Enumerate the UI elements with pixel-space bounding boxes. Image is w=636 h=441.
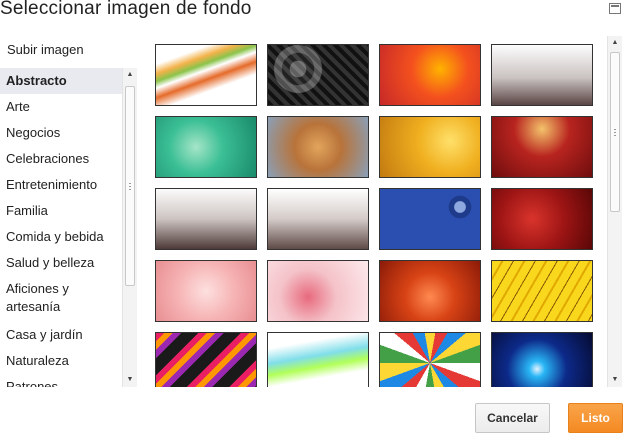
category-item-celebraciones[interactable]: Celebraciones <box>0 146 122 172</box>
category-scroll-thumb[interactable] <box>125 86 135 286</box>
background-thumbnail[interactable] <box>155 44 257 106</box>
background-image-grid <box>150 36 605 387</box>
background-thumbnail[interactable] <box>491 188 593 250</box>
background-thumbnail[interactable] <box>491 260 593 322</box>
category-item-patrones[interactable]: Patrones <box>0 374 122 387</box>
background-thumbnail[interactable] <box>379 332 481 387</box>
category-item-aficiones-y-artesania[interactable]: Aficiones y artesanía <box>0 276 110 322</box>
scroll-up-icon[interactable]: ▲ <box>608 36 622 50</box>
dialog-title: Seleccionar imagen de fondo <box>0 0 252 19</box>
category-item-entretenimiento[interactable]: Entretenimiento <box>0 172 122 198</box>
background-thumbnail[interactable] <box>267 260 369 322</box>
scroll-up-icon[interactable]: ▲ <box>123 68 137 82</box>
category-item-arte[interactable]: Arte <box>0 94 122 120</box>
maximize-icon[interactable] <box>609 3 621 14</box>
background-thumbnail[interactable] <box>491 116 593 178</box>
background-thumbnail[interactable] <box>267 332 369 387</box>
category-item-naturaleza[interactable]: Naturaleza <box>0 348 122 374</box>
done-button[interactable]: Listo <box>568 403 623 433</box>
background-thumbnail[interactable] <box>491 332 593 387</box>
image-grid-scrollbar[interactable]: ▲ ▼ <box>607 36 622 387</box>
background-thumbnail[interactable] <box>379 116 481 178</box>
background-thumbnail[interactable] <box>155 332 257 387</box>
category-item-familia[interactable]: Familia <box>0 198 122 224</box>
background-thumbnail[interactable] <box>491 44 593 106</box>
background-thumbnail[interactable] <box>155 188 257 250</box>
background-thumbnail[interactable] <box>267 116 369 178</box>
category-item-casa-y-jardin[interactable]: Casa y jardín <box>0 322 122 348</box>
category-item-comida-y-bebida[interactable]: Comida y bebida <box>0 224 122 250</box>
background-thumbnail[interactable] <box>267 44 369 106</box>
image-grid-scroll-thumb[interactable] <box>610 52 620 212</box>
category-scrollbar[interactable]: ▲ ▼ <box>122 68 137 387</box>
upload-image-link[interactable]: Subir imagen <box>7 42 84 57</box>
background-thumbnail[interactable] <box>155 260 257 322</box>
background-thumbnail[interactable] <box>379 188 481 250</box>
category-item-negocios[interactable]: Negocios <box>0 120 122 146</box>
background-thumbnail[interactable] <box>267 188 369 250</box>
background-thumbnail[interactable] <box>155 116 257 178</box>
scroll-down-icon[interactable]: ▼ <box>123 373 137 387</box>
background-thumbnail[interactable] <box>379 260 481 322</box>
scroll-down-icon[interactable]: ▼ <box>608 373 622 387</box>
background-thumbnail[interactable] <box>379 44 481 106</box>
category-item-salud-y-belleza[interactable]: Salud y belleza <box>0 250 122 276</box>
category-item-abstracto[interactable]: Abstracto <box>0 68 122 94</box>
cancel-button[interactable]: Cancelar <box>475 403 550 433</box>
category-list: Abstracto Arte Negocios Celebraciones En… <box>0 68 138 387</box>
